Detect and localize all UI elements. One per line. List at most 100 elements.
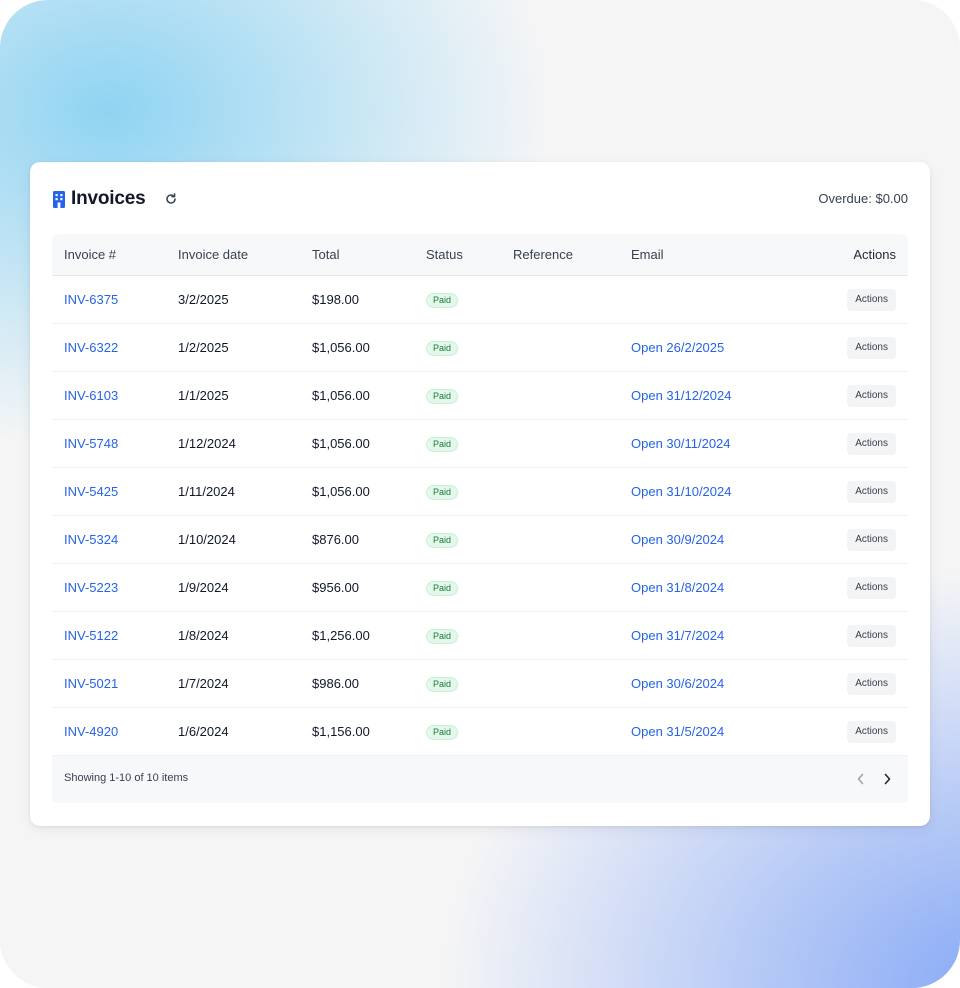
table-row: INV-5748 1/12/2024 $1,056.00 Paid Open 3…: [52, 419, 908, 468]
invoice-reference: [501, 419, 619, 468]
invoices-card: Invoices Overdue: $0.00 Invoice # Invoic…: [30, 162, 930, 826]
pagination-controls: [846, 768, 898, 790]
invoice-total: $198.00: [300, 275, 414, 324]
invoice-reference: [501, 323, 619, 372]
title-group: Invoices: [52, 186, 146, 212]
invoice-date: 1/12/2024: [166, 419, 300, 468]
invoice-reference: [501, 563, 619, 612]
email-status-link[interactable]: Open 30/9/2024: [631, 532, 724, 547]
actions-button[interactable]: Actions: [847, 384, 896, 407]
table-row: INV-5122 1/8/2024 $1,256.00 Paid Open 31…: [52, 611, 908, 660]
next-page-button[interactable]: [876, 768, 898, 790]
card-header: Invoices Overdue: $0.00: [52, 186, 908, 212]
table-row: INV-6103 1/1/2025 $1,056.00 Paid Open 31…: [52, 371, 908, 420]
status-badge: Paid: [426, 533, 459, 548]
actions-button[interactable]: Actions: [847, 672, 896, 695]
invoice-date: 1/7/2024: [166, 659, 300, 708]
invoice-reference: [501, 611, 619, 660]
invoice-reference: [501, 707, 619, 756]
status-badge: Paid: [426, 389, 459, 404]
invoice-total: $1,156.00: [300, 707, 414, 756]
invoice-reference: [501, 515, 619, 564]
invoice-reference: [501, 371, 619, 420]
page-title: Invoices: [71, 188, 146, 209]
actions-button[interactable]: Actions: [847, 288, 896, 311]
status-badge: Paid: [426, 341, 459, 356]
invoice-total: $986.00: [300, 659, 414, 708]
table-row: INV-5425 1/11/2024 $1,056.00 Paid Open 3…: [52, 467, 908, 516]
table-row: INV-5324 1/10/2024 $876.00 Paid Open 30/…: [52, 515, 908, 564]
chevron-right-icon: [882, 773, 892, 785]
column-header-email[interactable]: Email: [619, 234, 789, 276]
invoice-reference: [501, 659, 619, 708]
actions-button[interactable]: Actions: [847, 576, 896, 599]
column-header-reference[interactable]: Reference: [501, 234, 619, 276]
invoice-total: $1,056.00: [300, 467, 414, 516]
email-status-link[interactable]: Open 31/12/2024: [631, 388, 731, 403]
table-row: INV-5021 1/7/2024 $986.00 Paid Open 30/6…: [52, 659, 908, 708]
email-status-link[interactable]: Open 31/7/2024: [631, 628, 724, 643]
actions-button[interactable]: Actions: [847, 336, 896, 359]
actions-button[interactable]: Actions: [847, 720, 896, 743]
table-row: INV-4920 1/6/2024 $1,156.00 Paid Open 31…: [52, 707, 908, 756]
email-status-link[interactable]: Open 30/11/2024: [631, 436, 731, 451]
column-header-invoice-date[interactable]: Invoice date: [166, 234, 300, 276]
email-status-link[interactable]: Open 26/2/2025: [631, 340, 724, 355]
email-status-link[interactable]: Open 31/5/2024: [631, 724, 724, 739]
status-badge: Paid: [426, 485, 459, 500]
invoice-date: 1/2/2025: [166, 323, 300, 372]
invoice-reference: [501, 275, 619, 324]
invoice-date: 1/1/2025: [166, 371, 300, 420]
invoice-link[interactable]: INV-5122: [64, 628, 118, 643]
invoice-date: 1/9/2024: [166, 563, 300, 612]
email-status-link[interactable]: Open 31/10/2024: [631, 484, 731, 499]
table-row: INV-6322 1/2/2025 $1,056.00 Paid Open 26…: [52, 323, 908, 372]
refresh-icon: [165, 193, 177, 205]
invoice-date: 1/10/2024: [166, 515, 300, 564]
actions-button[interactable]: Actions: [847, 624, 896, 647]
table-body: INV-6375 3/2/2025 $198.00 Paid Actions I…: [52, 275, 908, 756]
invoice-link[interactable]: INV-6322: [64, 340, 118, 355]
table-row: INV-5223 1/9/2024 $956.00 Paid Open 31/8…: [52, 563, 908, 612]
invoice-reference: [501, 467, 619, 516]
invoice-link[interactable]: INV-4920: [64, 724, 118, 739]
table-header-row: Invoice # Invoice date Total Status Refe…: [52, 234, 908, 276]
actions-button[interactable]: Actions: [847, 528, 896, 551]
invoice-link[interactable]: INV-5223: [64, 580, 118, 595]
column-header-status[interactable]: Status: [414, 234, 501, 276]
actions-button[interactable]: Actions: [847, 480, 896, 503]
invoice-date: 1/11/2024: [166, 467, 300, 516]
pagination-summary: Showing 1-10 of 10 items: [64, 772, 189, 784]
column-header-actions: Actions: [789, 234, 908, 276]
column-header-total[interactable]: Total: [300, 234, 414, 276]
invoice-link[interactable]: INV-6103: [64, 388, 118, 403]
invoice-total: $1,056.00: [300, 419, 414, 468]
status-badge: Paid: [426, 293, 459, 308]
invoice-link[interactable]: INV-5748: [64, 436, 118, 451]
invoice-total: $1,256.00: [300, 611, 414, 660]
refresh-button[interactable]: [160, 188, 182, 210]
invoice-date: 3/2/2025: [166, 275, 300, 324]
actions-button[interactable]: Actions: [847, 432, 896, 455]
email-status-link[interactable]: Open 31/8/2024: [631, 580, 724, 595]
building-icon: [53, 190, 65, 208]
column-header-invoice[interactable]: Invoice #: [52, 234, 166, 276]
status-badge: Paid: [426, 725, 459, 740]
invoice-link[interactable]: INV-5425: [64, 484, 118, 499]
invoice-total: $1,056.00: [300, 371, 414, 420]
overdue-total: Overdue: $0.00: [818, 191, 908, 206]
previous-page-button[interactable]: [850, 768, 872, 790]
table-footer: Showing 1-10 of 10 items: [52, 756, 908, 803]
status-badge: Paid: [426, 437, 459, 452]
table-row: INV-6375 3/2/2025 $198.00 Paid Actions: [52, 275, 908, 324]
invoice-total: $1,056.00: [300, 323, 414, 372]
table-header: Invoice # Invoice date Total Status Refe…: [52, 234, 908, 276]
invoice-link[interactable]: INV-5021: [64, 676, 118, 691]
status-badge: Paid: [426, 677, 459, 692]
invoices-table: Invoice # Invoice date Total Status Refe…: [52, 234, 908, 756]
invoice-link[interactable]: INV-5324: [64, 532, 118, 547]
invoice-link[interactable]: INV-6375: [64, 292, 118, 307]
invoice-total: $956.00: [300, 563, 414, 612]
email-status-link[interactable]: Open 30/6/2024: [631, 676, 724, 691]
chevron-left-icon: [856, 773, 866, 785]
